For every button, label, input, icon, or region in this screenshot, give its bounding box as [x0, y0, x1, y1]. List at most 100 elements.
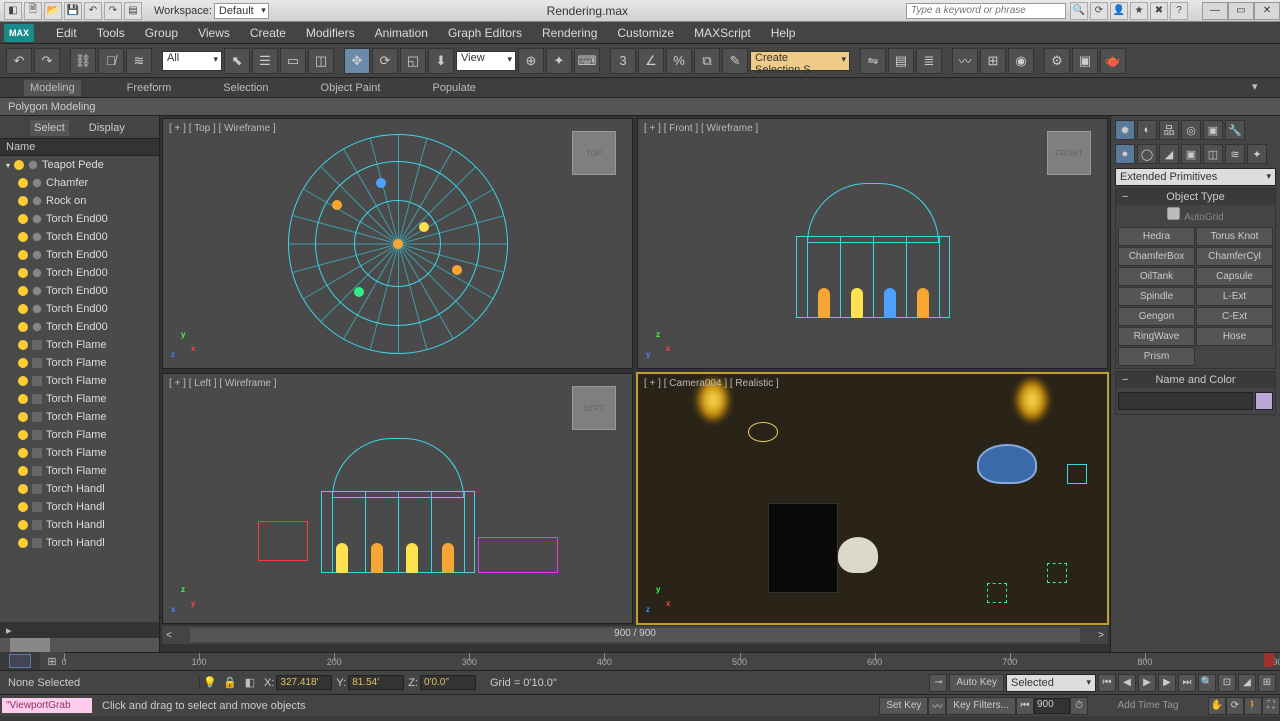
explorer-tab-select[interactable]: Select [30, 120, 69, 136]
keymode-combo[interactable]: Selected [1006, 674, 1096, 692]
render-frame-button[interactable]: ▣ [1072, 48, 1098, 74]
create-oiltank-button[interactable]: OilTank [1118, 267, 1195, 286]
range-end-marker[interactable] [1264, 653, 1274, 667]
viewport-label[interactable]: [ + ] [ Left ] [ Wireframe ] [169, 378, 277, 389]
move-button[interactable]: ✥ [344, 48, 370, 74]
link-button[interactable]: ⛓ [70, 48, 96, 74]
snap-toggle-button[interactable]: 3 [610, 48, 636, 74]
keyboard-shortcut-button[interactable]: ⌨ [574, 48, 600, 74]
tree-item[interactable]: Torch End00 [0, 228, 159, 246]
ribbon-tab-modeling[interactable]: Modeling [24, 80, 81, 96]
viewcube[interactable]: LEFT [572, 386, 616, 430]
scale-button[interactable]: ◱ [400, 48, 426, 74]
viewport-camera[interactable]: [ + ] [ Camera004 ] [ Realistic ] xyz [637, 373, 1108, 624]
create-hose-button[interactable]: Hose [1196, 327, 1273, 346]
tree-item[interactable]: Torch Flame [0, 390, 159, 408]
display-tab-icon[interactable]: ▣ [1203, 120, 1223, 140]
create-lext-button[interactable]: L-Ext [1196, 287, 1273, 306]
trackbar[interactable]: 0100200300400500600700800900 [64, 652, 1280, 670]
tree-item[interactable]: Torch End00 [0, 264, 159, 282]
systems-cat-icon[interactable]: ✦ [1247, 144, 1267, 164]
nav-pan-icon[interactable]: ✋ [1208, 697, 1226, 715]
search-input[interactable] [906, 3, 1066, 19]
pivot-center-button[interactable]: ⊕ [518, 48, 544, 74]
percent-snap-button[interactable]: % [666, 48, 692, 74]
project-icon[interactable]: ▤ [124, 2, 142, 20]
trackbar-config-icon[interactable]: ⊞ [40, 652, 64, 670]
angle-snap-button[interactable]: ∠ [638, 48, 664, 74]
workspace-combo[interactable]: Default [214, 3, 269, 19]
time-slider[interactable]: < 900 / 900 > [162, 626, 1108, 644]
menu-customize[interactable]: Customize [607, 23, 684, 43]
lights-cat-icon[interactable]: ◢ [1159, 144, 1179, 164]
utilities-tab-icon[interactable]: 🔧 [1225, 120, 1245, 140]
time-tag-button[interactable]: Add Time Tag [1088, 700, 1208, 711]
signin-icon[interactable]: 👤 [1110, 2, 1128, 20]
spacewarps-cat-icon[interactable]: ≋ [1225, 144, 1245, 164]
open-icon[interactable]: 📂 [44, 2, 62, 20]
redo-button[interactable]: ↷ [34, 48, 60, 74]
goto-start-icon[interactable]: ⏮ [1098, 674, 1116, 692]
select-rect-button[interactable]: ▭ [280, 48, 306, 74]
z-input[interactable]: 0'0.0" [420, 675, 476, 690]
save-icon[interactable]: 💾 [64, 2, 82, 20]
helpers-cat-icon[interactable]: ◫ [1203, 144, 1223, 164]
search-icon[interactable]: 🔍 [1070, 2, 1088, 20]
rollout-header[interactable]: Name and Color [1116, 372, 1275, 388]
rotate-button[interactable]: ⟳ [372, 48, 398, 74]
tree-item[interactable]: Torch End00 [0, 246, 159, 264]
menu-group[interactable]: Group [135, 23, 188, 43]
ribbon-min-button[interactable]: ▾ [1252, 80, 1272, 96]
tree-item[interactable]: Rock on [0, 192, 159, 210]
app-icon[interactable]: ◧ [4, 2, 22, 20]
maximize-button[interactable]: ▭ [1228, 2, 1254, 20]
fav-icon[interactable]: ★ [1130, 2, 1148, 20]
motion-tab-icon[interactable]: ◎ [1181, 120, 1201, 140]
menu-maxscript[interactable]: MAXScript [684, 23, 761, 43]
goto-end-icon[interactable]: ⏭ [1178, 674, 1196, 692]
create-prism-button[interactable]: Prism [1118, 347, 1195, 366]
keyfilters-button[interactable]: Key Filters... [946, 697, 1016, 715]
schematic-button[interactable]: ⊞ [980, 48, 1006, 74]
selection-lock-icon[interactable]: 🔒 [220, 676, 240, 689]
tree-item[interactable]: Torch End00 [0, 318, 159, 336]
nav-maximize-icon[interactable]: ⛶ [1262, 697, 1280, 715]
nav-zoom-icon[interactable]: 🔍 [1198, 674, 1216, 692]
tree-item[interactable]: Torch Handl [0, 516, 159, 534]
tree-item[interactable]: Torch Flame [0, 462, 159, 480]
viewcube[interactable]: FRONT [1047, 131, 1091, 175]
manipulate-button[interactable]: ✦ [546, 48, 572, 74]
tree-item[interactable]: Torch Handl [0, 480, 159, 498]
viewport-label[interactable]: [ + ] [ Front ] [ Wireframe ] [644, 123, 758, 134]
nav-fov-icon[interactable]: ◢ [1238, 674, 1256, 692]
named-selection-combo[interactable]: Create Selection S [750, 51, 850, 71]
rollout-header[interactable]: Object Type [1116, 189, 1275, 205]
keytangent-icon[interactable]: 〰 [928, 697, 946, 715]
timeconfig2-icon[interactable]: ⏱ [1070, 697, 1088, 715]
material-editor-button[interactable]: ◉ [1008, 48, 1034, 74]
object-color-swatch[interactable] [1255, 392, 1273, 410]
create-spindle-button[interactable]: Spindle [1118, 287, 1195, 306]
maxscript-listener[interactable]: "ViewportGrab [2, 698, 92, 713]
new-icon[interactable]: 🗎 [24, 2, 42, 20]
create-tab-icon[interactable]: ✹ [1115, 120, 1135, 140]
autogrid-checkbox[interactable]: AutoGrid [1116, 205, 1275, 225]
tree-item[interactable]: Torch End00 [0, 210, 159, 228]
bind-spacewarp-button[interactable]: ≋ [126, 48, 152, 74]
play-icon[interactable]: ▶ [1138, 674, 1156, 692]
viewport-label[interactable]: [ + ] [ Top ] [ Wireframe ] [169, 123, 276, 134]
help-icon[interactable]: ? [1170, 2, 1188, 20]
menu-grapheditors[interactable]: Graph Editors [438, 23, 532, 43]
shapes-cat-icon[interactable]: ◯ [1137, 144, 1157, 164]
create-capsule-button[interactable]: Capsule [1196, 267, 1273, 286]
column-header-name[interactable]: Name [0, 138, 159, 156]
menu-views[interactable]: Views [188, 23, 240, 43]
ribbon-tab-selection[interactable]: Selection [217, 80, 274, 96]
undo-qat-icon[interactable]: ↶ [84, 2, 102, 20]
explorer-hscroll[interactable] [0, 638, 159, 652]
slider-next-icon[interactable]: > [1094, 630, 1108, 641]
viewport-front[interactable]: [ + ] [ Front ] [ Wireframe ] FRONT xzy [637, 118, 1108, 369]
autokey-button[interactable]: Auto Key [949, 674, 1004, 692]
render-button[interactable]: 🫖 [1100, 48, 1126, 74]
tree-item[interactable]: Torch Flame [0, 336, 159, 354]
